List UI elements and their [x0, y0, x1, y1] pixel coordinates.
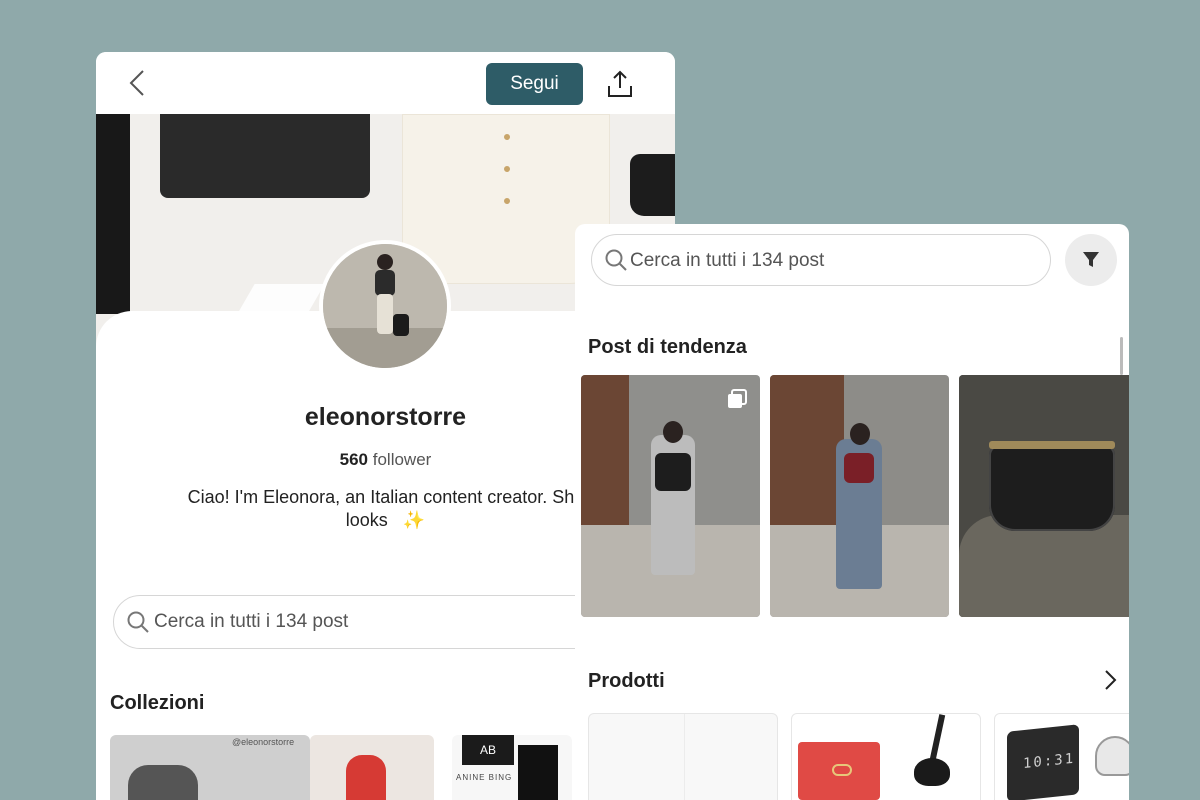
follower-label: follower [372, 450, 432, 469]
share-icon[interactable] [606, 70, 634, 98]
search-input[interactable]: Cerca in tutti i 134 post [591, 234, 1051, 286]
sparkles-icon: ✨ [402, 510, 426, 530]
brand-text: ANINE BING [456, 773, 513, 782]
product-card[interactable] [588, 713, 778, 800]
multiple-photos-icon [728, 389, 747, 408]
avatar[interactable] [319, 240, 451, 372]
search-input[interactable]: Cerca in tutti i 134 post [113, 595, 613, 649]
collection-tile[interactable]: AB ANINE BING [452, 735, 572, 800]
search-icon [127, 611, 149, 633]
post-thumbnail[interactable] [959, 375, 1129, 617]
post-thumbnail[interactable] [581, 375, 760, 617]
search-placeholder: Cerca in tutti i 134 post [630, 250, 825, 271]
bio-looks: looks [345, 510, 388, 530]
scrollbar[interactable] [1120, 337, 1123, 375]
brand-logo: AB [462, 735, 514, 765]
search-placeholder: Cerca in tutti i 134 post [154, 611, 349, 632]
chevron-right-icon[interactable] [1099, 668, 1121, 692]
product-card[interactable] [791, 713, 981, 800]
collection-tile[interactable]: @eleonorstorre [110, 735, 310, 800]
collections-title: Collezioni [110, 692, 205, 714]
clock-display: 10:31 [1023, 750, 1076, 773]
search-icon [605, 249, 627, 271]
trending-title: Post di tendenza [588, 336, 747, 358]
follow-button[interactable]: Segui [486, 63, 583, 105]
collection-tag: @eleonorstorre [232, 737, 295, 747]
collection-tile[interactable] [310, 735, 434, 800]
products-title: Prodotti [588, 670, 665, 692]
product-card[interactable]: 10:31 [994, 713, 1129, 800]
filter-button[interactable] [1065, 234, 1117, 286]
detail-card: Cerca in tutti i 134 post Post di tenden… [575, 224, 1129, 800]
bio: Ciao! I'm Eleonora, an Italian content c… [187, 487, 585, 507]
profile-topbar: Segui [96, 52, 675, 114]
filter-icon [1083, 252, 1099, 267]
chevron-left-icon[interactable] [124, 68, 154, 98]
post-thumbnail[interactable] [770, 375, 949, 617]
follower-number: 560 [339, 450, 369, 469]
